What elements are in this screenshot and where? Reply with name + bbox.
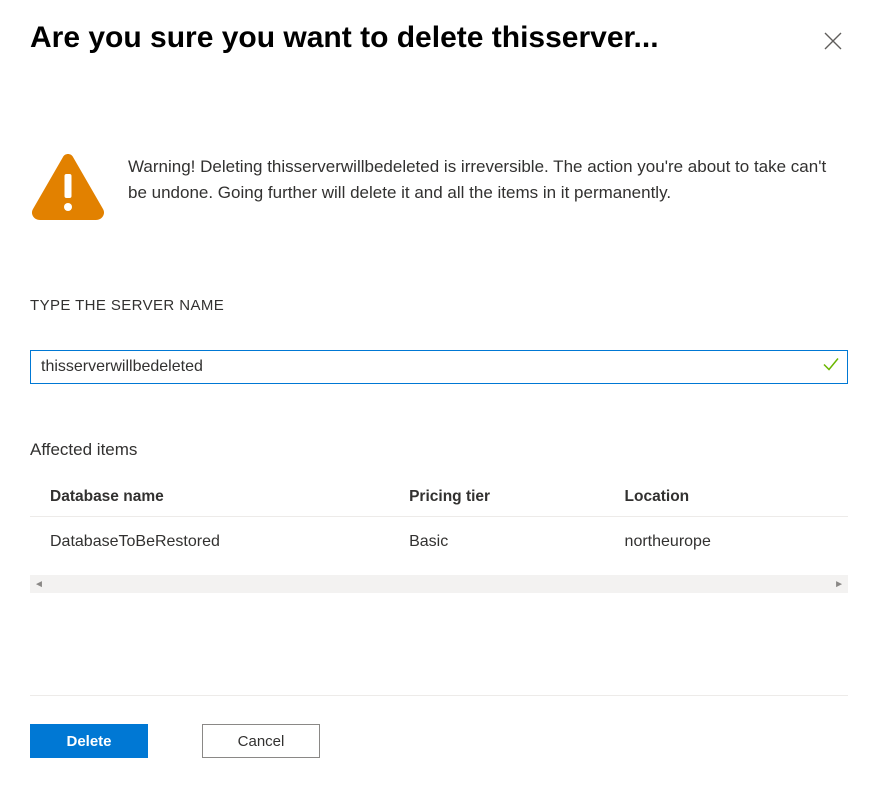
warning-text: Warning! Deleting thisserverwillbedelete… xyxy=(128,152,848,205)
close-button[interactable] xyxy=(818,26,848,56)
server-name-label: TYPE THE SERVER NAME xyxy=(30,297,848,314)
horizontal-scrollbar[interactable]: ◄ ► xyxy=(30,575,848,593)
dialog-title: Are you sure you want to delete thisserv… xyxy=(30,20,659,56)
column-database-name: Database name xyxy=(50,488,409,506)
column-location: Location xyxy=(625,488,848,506)
dialog-footer: Delete Cancel xyxy=(30,695,848,776)
cell-database-name: DatabaseToBeRestored xyxy=(50,527,409,557)
warning-icon xyxy=(30,152,106,225)
cancel-button[interactable]: Cancel xyxy=(202,724,320,758)
column-pricing-tier: Pricing tier xyxy=(409,488,624,506)
scroll-right-icon[interactable]: ► xyxy=(834,579,844,590)
affected-items-title: Affected items xyxy=(30,440,848,460)
delete-button[interactable]: Delete xyxy=(30,724,148,758)
delete-confirm-dialog: Are you sure you want to delete thisserv… xyxy=(0,0,878,796)
cell-location: northeurope xyxy=(625,527,848,557)
warning-banner: Warning! Deleting thisserverwillbedelete… xyxy=(30,152,848,225)
close-icon xyxy=(824,32,842,50)
scroll-left-icon[interactable]: ◄ xyxy=(34,579,44,590)
server-name-input[interactable] xyxy=(30,350,848,384)
table-row: DatabaseToBeRestored Basic northeurope xyxy=(30,517,848,567)
checkmark-icon xyxy=(822,356,840,379)
table-header-row: Database name Pricing tier Location xyxy=(30,478,848,517)
dialog-header: Are you sure you want to delete thisserv… xyxy=(30,20,848,56)
affected-items-table: Database name Pricing tier Location Data… xyxy=(30,478,848,593)
cell-pricing-tier: Basic xyxy=(409,527,624,557)
server-name-input-wrap xyxy=(30,350,848,384)
